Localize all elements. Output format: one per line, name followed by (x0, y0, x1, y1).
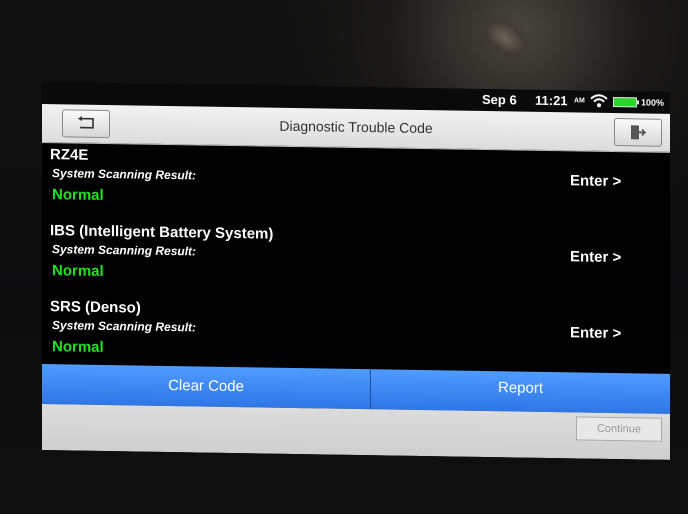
scan-result-value: Normal (52, 262, 104, 280)
enter-button[interactable]: Enter > (570, 172, 621, 190)
status-time: 11:21 (535, 92, 568, 109)
system-name: IBS (Intelligent Battery System) (50, 222, 274, 243)
enter-button[interactable]: Enter > (570, 324, 621, 342)
status-date: Sep 6 (482, 91, 517, 108)
scan-result-label: System Scanning Result: (52, 318, 197, 335)
scan-result-value: Normal (52, 338, 104, 356)
battery-percent: 100% (641, 97, 665, 108)
system-row-ibs[interactable]: IBS (Intelligent Battery System) System … (42, 218, 670, 308)
exit-button[interactable] (614, 117, 662, 147)
exit-icon (631, 125, 647, 140)
battery-icon (613, 96, 637, 108)
system-name: RZ4E (50, 146, 89, 164)
status-ampm: AM (574, 97, 585, 105)
scan-result-value: Normal (52, 186, 104, 204)
footer-bar: Continue (42, 404, 670, 460)
scan-result-label: System Scanning Result: (52, 166, 197, 183)
page-title: Diagnostic Trouble Code (279, 117, 433, 137)
scan-result-label: System Scanning Result: (52, 242, 197, 259)
enter-button[interactable]: Enter > (570, 248, 621, 266)
clear-code-button[interactable]: Clear Code (42, 364, 371, 410)
report-button[interactable]: Report (371, 369, 670, 414)
system-row-srs[interactable]: SRS (Denso) System Scanning Result: Norm… (42, 294, 670, 374)
device-screen: Sep 6 11:21 AM 100% Diagnostic Trouble C… (42, 82, 670, 460)
battery-tip (637, 100, 639, 105)
system-list: RZ4E System Scanning Result: Normal Ente… (42, 142, 670, 374)
system-row-rz4e[interactable]: RZ4E System Scanning Result: Normal Ente… (42, 142, 670, 232)
wifi-icon (590, 94, 608, 108)
continue-button[interactable]: Continue (576, 416, 662, 442)
system-name: SRS (Denso) (50, 298, 141, 317)
